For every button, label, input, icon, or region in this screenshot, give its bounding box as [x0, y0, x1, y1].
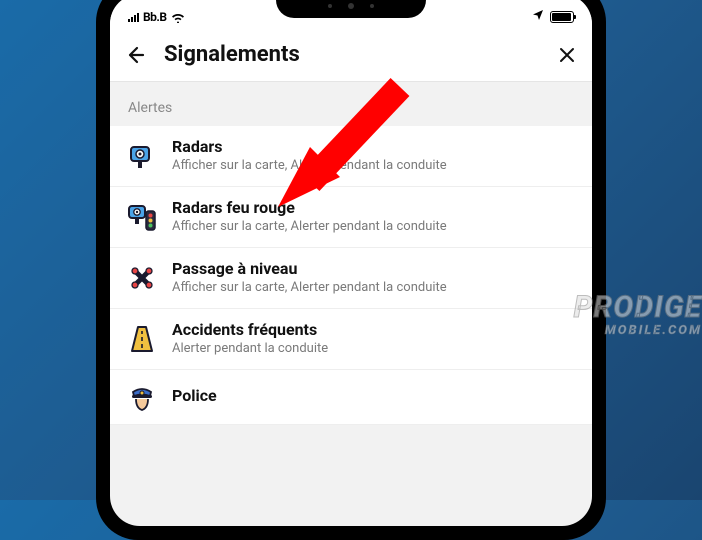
screen: Bb.B Signalements Alertes — [110, 0, 592, 526]
item-title: Radars feu rouge — [172, 198, 576, 218]
settings-list: Radars Afficher sur la carte, Alerter pe… — [110, 126, 592, 425]
location-icon — [532, 9, 544, 24]
list-item-radars-feu-rouge[interactable]: Radars feu rouge Afficher sur la carte, … — [110, 187, 592, 248]
battery-icon — [550, 11, 574, 23]
list-item-police[interactable]: Police — [110, 370, 592, 425]
railroad-crossing-icon — [126, 262, 158, 294]
road-icon — [126, 323, 158, 355]
item-title: Accidents fréquents — [172, 320, 576, 340]
item-subtitle: Afficher sur la carte, Alerter pendant l… — [172, 280, 576, 297]
phone-frame: Bb.B Signalements Alertes — [96, 0, 606, 540]
item-subtitle: Afficher sur la carte, Alerter pendant l… — [172, 219, 576, 236]
item-subtitle: Alerter pendant la conduite — [172, 341, 576, 358]
item-title: Police — [172, 386, 576, 406]
list-item-radars[interactable]: Radars Afficher sur la carte, Alerter pe… — [110, 126, 592, 187]
list-item-accidents[interactable]: Accidents fréquents Alerter pendant la c… — [110, 309, 592, 370]
item-subtitle: Afficher sur la carte, Alerter pendant l… — [172, 158, 576, 175]
item-title: Radars — [172, 137, 576, 157]
carrier-label: Bb.B — [143, 10, 167, 24]
item-title: Passage à niveau — [172, 259, 576, 279]
wifi-icon — [171, 12, 185, 23]
camera-traffic-light-icon — [126, 201, 158, 233]
page-title: Signalements — [164, 42, 538, 67]
back-button[interactable] — [124, 44, 146, 66]
camera-icon — [126, 140, 158, 172]
app-header: Signalements — [110, 28, 592, 82]
signal-icon — [128, 13, 139, 22]
notch — [276, 0, 426, 18]
police-icon — [126, 381, 158, 413]
section-label: Alertes — [110, 82, 592, 126]
close-button[interactable] — [556, 44, 578, 66]
list-item-passage-niveau[interactable]: Passage à niveau Afficher sur la carte, … — [110, 248, 592, 309]
